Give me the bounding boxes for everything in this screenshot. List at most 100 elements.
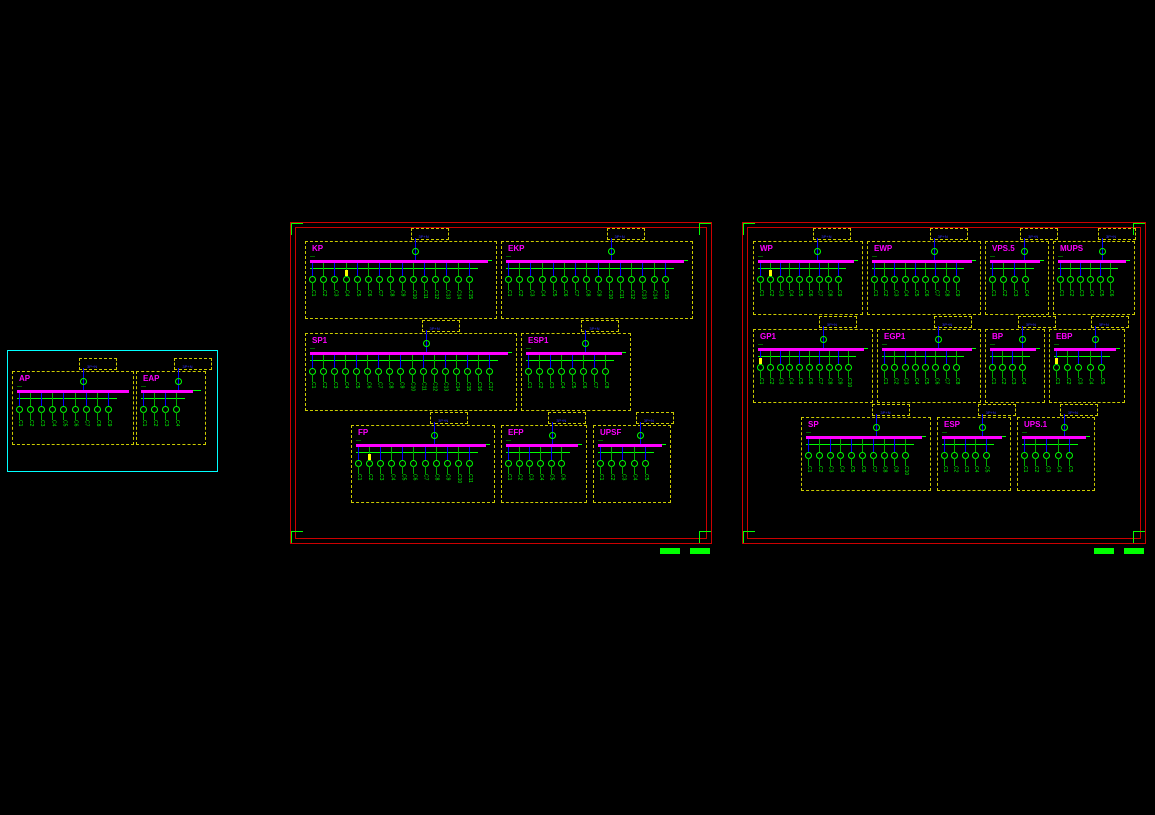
busbar <box>598 444 662 447</box>
panel-info: — <box>506 254 511 260</box>
breaker-drop <box>884 263 885 277</box>
busbar <box>1022 436 1086 439</box>
circuit-label: C15 <box>465 382 470 391</box>
breaker-drop <box>52 393 53 407</box>
breaker-drop <box>378 355 379 369</box>
breaker-drop <box>634 447 635 461</box>
circuit-label: C5 <box>797 290 802 296</box>
panel-title: SP <box>806 420 821 429</box>
circuit-label: C10 <box>456 474 461 483</box>
feed-box <box>872 404 910 416</box>
circuit-label: C6 <box>562 290 567 296</box>
feed-label: 3P+N <box>438 418 448 423</box>
circuit-label: C10 <box>903 466 908 475</box>
panel-title: ESP1 <box>526 336 550 345</box>
feed-box <box>636 412 674 424</box>
circuit-label: C7 <box>933 290 938 296</box>
circuit-label: C3 <box>1044 466 1049 472</box>
circuit-label: C8 <box>584 290 589 296</box>
circuit-label: C1 <box>942 466 947 472</box>
feed-box <box>819 316 857 328</box>
feed-label: 3P+N <box>419 234 429 239</box>
circuit-label: C9 <box>892 466 897 472</box>
circuit-label: C12 <box>433 290 438 299</box>
breaker-drop <box>572 355 573 369</box>
feed-label: 3P+N <box>880 410 890 415</box>
circuit-label: C13 <box>443 382 448 391</box>
breaker-drop <box>905 351 906 365</box>
circuit-label: C6 <box>807 378 812 384</box>
circuit-label: C6 <box>365 382 370 388</box>
circuit-label: C3 <box>378 474 383 480</box>
panel-info: — <box>990 342 995 348</box>
feed-label: 3P+N <box>644 418 654 423</box>
breaker-drop <box>75 393 76 407</box>
breaker-drop <box>645 447 646 461</box>
panel-fp: FP3P+NC1C2C3C4C5C6C7C8C9C10C11— <box>351 425 495 503</box>
breaker-drop <box>1046 439 1047 453</box>
breaker-drop <box>519 263 520 277</box>
panel-info: — <box>882 342 887 348</box>
panel-upsf: UPSF3P+NC1C2C3C4C5— <box>593 425 671 503</box>
breaker-drop <box>1060 263 1061 277</box>
circuit-label: C7 <box>592 382 597 388</box>
feed-box <box>978 404 1016 416</box>
breaker-drop <box>356 355 357 369</box>
breaker-drop <box>1002 351 1003 365</box>
breaker-drop <box>367 355 368 369</box>
breaker-drop <box>935 263 936 277</box>
circuit-label: C4 <box>787 290 792 296</box>
circuit-label: C4 <box>903 290 908 296</box>
circuit-label: C3 <box>620 474 625 480</box>
circuit-label: C8 <box>827 378 832 384</box>
circuit-label: C7 <box>944 378 949 384</box>
breaker-drop <box>642 263 643 277</box>
breaker-drop <box>176 393 177 407</box>
circuit-label: C4 <box>559 382 564 388</box>
breaker-drop <box>905 439 906 453</box>
breaker-drop <box>357 263 358 277</box>
breaker-drop <box>992 351 993 365</box>
feed-box <box>581 320 619 332</box>
breaker-drop <box>1078 351 1079 365</box>
breaker-drop <box>447 447 448 461</box>
panel-title: ESP <box>942 420 962 429</box>
breaker-drop <box>508 447 509 461</box>
feed-box <box>430 412 468 424</box>
circuit-label: C2 <box>609 474 614 480</box>
breaker-drop <box>1022 351 1023 365</box>
breaker-drop <box>30 393 31 407</box>
circuit-label: C5 <box>551 290 556 296</box>
circuit-label: C4 <box>913 378 918 384</box>
circuit-label: C14 <box>456 290 461 299</box>
panel-title: MUPS <box>1058 244 1085 253</box>
panel-info: — <box>17 384 22 390</box>
panel-ekp: EKP3P+NC1C2C3C4C5C6C7C8C9C10C11C12C13C14… <box>501 241 693 319</box>
circuit-label: C1 <box>141 420 146 426</box>
circuit-label: C6 <box>559 474 564 480</box>
subbar <box>356 452 478 453</box>
breaker-drop <box>654 263 655 277</box>
circuit-label: C4 <box>838 466 843 472</box>
breaker-drop <box>975 439 976 453</box>
circuit-label: C5 <box>355 290 360 296</box>
breaker-drop <box>780 351 781 365</box>
feed-label: 3P+N <box>986 410 996 415</box>
circuit-label: C2 <box>1001 290 1006 296</box>
breaker-drop <box>528 355 529 369</box>
breaker-drop <box>915 263 916 277</box>
circuit-label: C8 <box>388 290 393 296</box>
breaker-drop <box>838 263 839 277</box>
breaker-drop <box>894 439 895 453</box>
breaker-drop <box>63 393 64 407</box>
subbar <box>806 444 914 445</box>
circuit-label: C1 <box>990 290 995 296</box>
panel-title: SP1 <box>310 336 329 345</box>
sheet-2: WP3P+NC1C2C3C4C5C6C7C8C9—EWP3P+NC1C2C3C4… <box>742 222 1146 544</box>
feed-box <box>1018 316 1056 328</box>
panel-egp1: EGP13P+NC1C2C3C4C5C6C7C8— <box>877 329 981 403</box>
busbar <box>141 390 193 393</box>
circuit-label: C6 <box>411 474 416 480</box>
yellow-highlight <box>769 270 772 276</box>
panel-title: GP1 <box>758 332 778 341</box>
